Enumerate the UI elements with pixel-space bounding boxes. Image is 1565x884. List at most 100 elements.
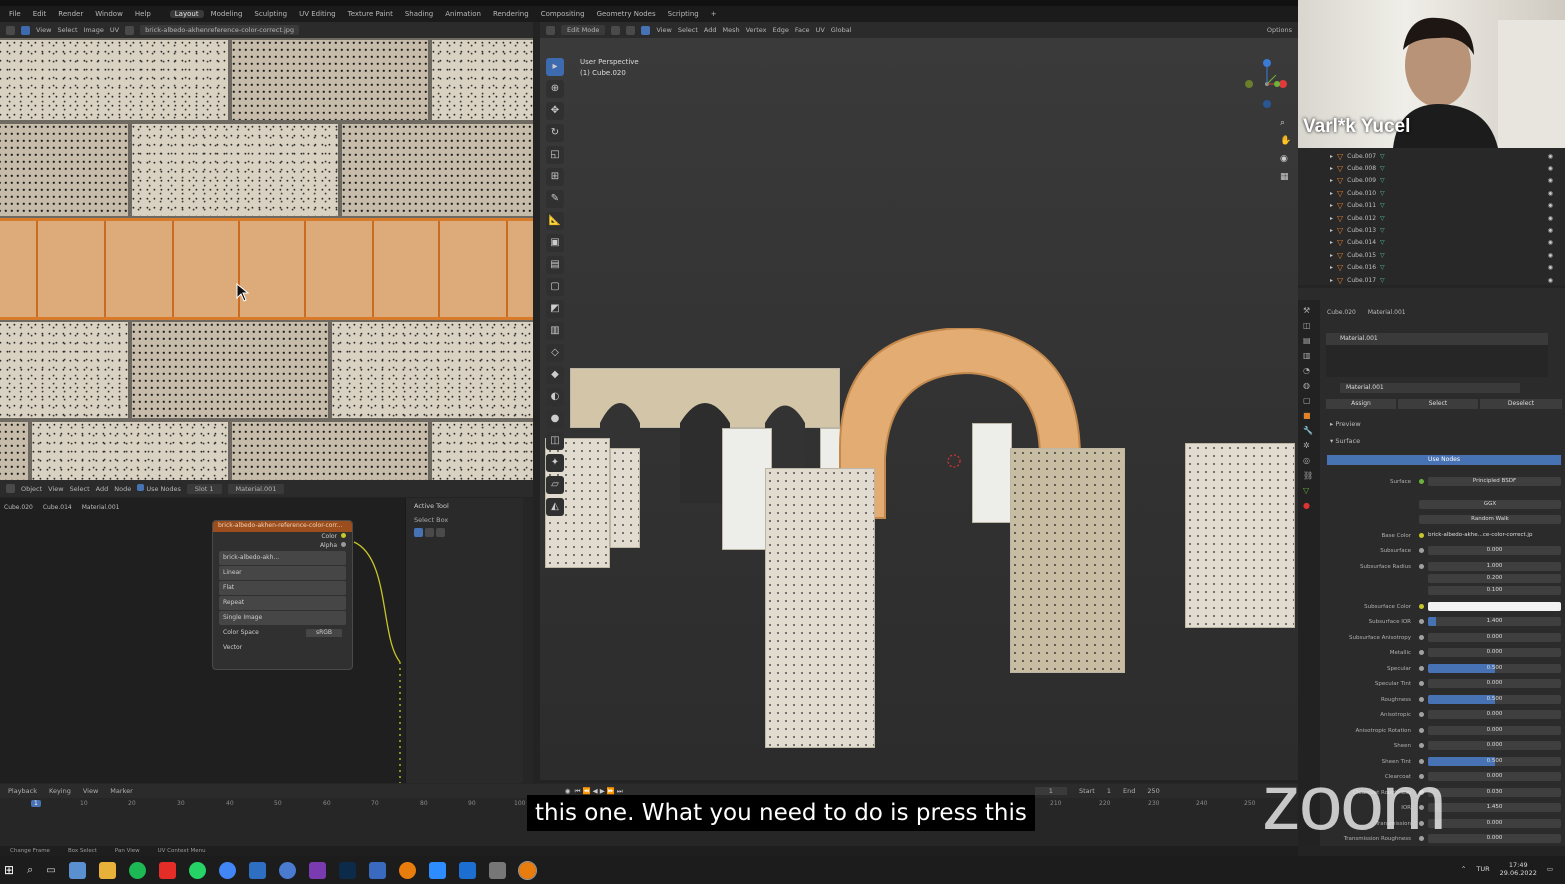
- socket-dot-icon[interactable]: [1419, 635, 1424, 640]
- property-value-field[interactable]: brick-albedo-akhe...ce-color-correct.jp: [1428, 531, 1561, 540]
- shear-tool-icon[interactable]: ▱: [546, 476, 564, 494]
- property-row[interactable]: Anisotropic 0.000: [1327, 709, 1561, 720]
- distribution-row[interactable]: GGX: [1327, 499, 1561, 510]
- editor-type-icon[interactable]: [6, 25, 15, 35]
- blender-active-icon[interactable]: [517, 860, 537, 880]
- property-row[interactable]: Subsurface Radius 1.000: [1327, 561, 1561, 572]
- whatsapp-icon[interactable]: [188, 861, 206, 879]
- subsurface-method-row[interactable]: Random Walk: [1327, 514, 1561, 525]
- app-icon[interactable]: [248, 861, 266, 879]
- image-texture-node[interactable]: brick-albedo-akhen-reference-color-corr.…: [212, 520, 353, 670]
- property-row[interactable]: Subsurface Anisotropy 0.000: [1327, 632, 1561, 643]
- view-layer-tab-icon[interactable]: ▥: [1303, 351, 1315, 360]
- viewport-menu-select[interactable]: Select: [678, 26, 698, 34]
- node-object-dropdown[interactable]: Object: [21, 485, 42, 493]
- visibility-eye-icon[interactable]: ◉: [1548, 190, 1553, 197]
- start-frame-field[interactable]: 1: [1107, 787, 1111, 795]
- breadcrumb-object[interactable]: Cube.020: [4, 504, 33, 511]
- image-datablock-field[interactable]: brick-albedo-akh...: [219, 551, 346, 565]
- face-select-icon[interactable]: [641, 25, 651, 35]
- poly-build-tool-icon[interactable]: ◆: [546, 366, 564, 384]
- editor-type-icon[interactable]: [6, 484, 15, 493]
- expand-arrow-icon[interactable]: ▸: [1330, 215, 1333, 222]
- viewport-menu-vertex[interactable]: Vertex: [746, 26, 767, 34]
- youtube-icon[interactable]: [158, 861, 176, 879]
- timeline-menu-marker[interactable]: Marker: [110, 787, 132, 795]
- timeline-menu-keying[interactable]: Keying: [49, 787, 71, 795]
- viewport-menu-view[interactable]: View: [656, 26, 671, 34]
- viewport-menu-face[interactable]: Face: [795, 26, 810, 34]
- expand-arrow-icon[interactable]: ▸: [1330, 277, 1333, 284]
- visibility-eye-icon[interactable]: ◉: [1548, 264, 1553, 271]
- property-value-field[interactable]: 0.000: [1428, 819, 1561, 828]
- visibility-eye-icon[interactable]: ◉: [1548, 252, 1553, 259]
- mode-dropdown[interactable]: Edit Mode: [561, 25, 606, 35]
- render-tab-icon[interactable]: ◫: [1303, 321, 1315, 330]
- use-nodes-checkbox[interactable]: Use Nodes: [137, 484, 181, 493]
- workspace-tab-shading[interactable]: Shading: [400, 10, 438, 18]
- active-tool-title[interactable]: Active Tool: [406, 498, 523, 514]
- preview-panel-header[interactable]: ▸ Preview: [1330, 420, 1361, 428]
- arch-pillar-left[interactable]: [765, 468, 875, 748]
- rip-tool-icon[interactable]: ◭: [546, 498, 564, 516]
- property-value-field[interactable]: 0.000: [1428, 648, 1561, 657]
- property-value-field[interactable]: 0.000: [1428, 710, 1561, 719]
- surface-shader-row[interactable]: Surface Principled BSDF: [1327, 476, 1561, 487]
- property-value-field[interactable]: 0.500: [1428, 695, 1561, 704]
- arch-pillar-right[interactable]: [1010, 448, 1125, 673]
- extrude-tool-icon[interactable]: ▤: [546, 256, 564, 274]
- image-menu-image[interactable]: Image: [84, 26, 104, 34]
- visibility-eye-icon[interactable]: ◉: [1548, 165, 1553, 172]
- app-icon[interactable]: [368, 861, 386, 879]
- socket-dot-icon[interactable]: [1419, 548, 1424, 553]
- property-row[interactable]: Metallic 0.000: [1327, 647, 1561, 658]
- property-value-field[interactable]: 0.500: [1428, 664, 1561, 673]
- workspace-tab-add[interactable]: +: [706, 10, 722, 18]
- property-row[interactable]: Subsurface IOR 1.400: [1327, 616, 1561, 627]
- property-row[interactable]: Sheen 0.000: [1327, 740, 1561, 751]
- edge-slide-tool-icon[interactable]: ◫: [546, 432, 564, 450]
- navigation-gizmo-icon[interactable]: [1240, 58, 1290, 113]
- socket-dot-icon[interactable]: [1419, 619, 1424, 624]
- workspace-tab-geometry-nodes[interactable]: Geometry Nodes: [592, 10, 661, 18]
- current-frame-field[interactable]: 1: [1034, 787, 1067, 795]
- annotate-tool-icon[interactable]: ✎: [546, 190, 564, 208]
- color-space-value[interactable]: sRGB: [305, 629, 342, 637]
- visibility-eye-icon[interactable]: ◉: [1548, 277, 1553, 284]
- zoom-icon[interactable]: [428, 861, 446, 879]
- app-icon[interactable]: [488, 861, 506, 879]
- selected-uv-faces[interactable]: [0, 218, 533, 320]
- property-row[interactable]: 0.100: [1327, 585, 1561, 596]
- spin-tool-icon[interactable]: ◐: [546, 388, 564, 406]
- source-dropdown[interactable]: Single Image: [219, 611, 346, 625]
- socket-dot-icon[interactable]: [1419, 666, 1424, 671]
- menu-edit[interactable]: Edit: [28, 10, 52, 18]
- outliner-item[interactable]: ▸ ▽ Cube.008 ▽ ◉: [1298, 162, 1565, 174]
- outliner-item[interactable]: ▸ ▽ Cube.007 ▽ ◉: [1298, 150, 1565, 162]
- workspace-tab-texture-paint[interactable]: Texture Paint: [343, 10, 398, 18]
- file-explorer-icon[interactable]: [98, 861, 116, 879]
- material-field[interactable]: Material.001: [227, 483, 285, 494]
- uv-image-canvas[interactable]: [0, 38, 533, 480]
- visibility-eye-icon[interactable]: ◉: [1548, 215, 1553, 222]
- end-frame-field[interactable]: 250: [1147, 787, 1159, 795]
- spotify-icon[interactable]: [128, 861, 146, 879]
- select-mode-icon[interactable]: [21, 25, 30, 35]
- task-view-icon[interactable]: ▭: [46, 865, 55, 876]
- expand-arrow-icon[interactable]: ▸: [1330, 264, 1333, 271]
- shrink-fatten-tool-icon[interactable]: ✦: [546, 454, 564, 472]
- socket-dot-icon[interactable]: [1419, 712, 1424, 717]
- property-value-field[interactable]: 0.000: [1428, 546, 1561, 555]
- vector-input-socket[interactable]: Vector: [219, 641, 346, 655]
- timeline-menu-playback[interactable]: Playback: [8, 787, 37, 795]
- socket-dot-icon[interactable]: [1419, 533, 1424, 538]
- viewport-menu-mesh[interactable]: Mesh: [722, 26, 739, 34]
- property-value-field[interactable]: 1.400: [1428, 617, 1561, 626]
- expand-arrow-icon[interactable]: ▸: [1330, 239, 1333, 246]
- transform-orientation-dropdown[interactable]: Global: [831, 26, 852, 34]
- property-value-field[interactable]: 0.030: [1428, 788, 1561, 797]
- property-value-field[interactable]: 0.000: [1428, 726, 1561, 735]
- viewport-menu-add[interactable]: Add: [704, 26, 717, 34]
- expand-arrow-icon[interactable]: ▸: [1330, 202, 1333, 209]
- color-space-row[interactable]: Color Space sRGB: [219, 626, 346, 640]
